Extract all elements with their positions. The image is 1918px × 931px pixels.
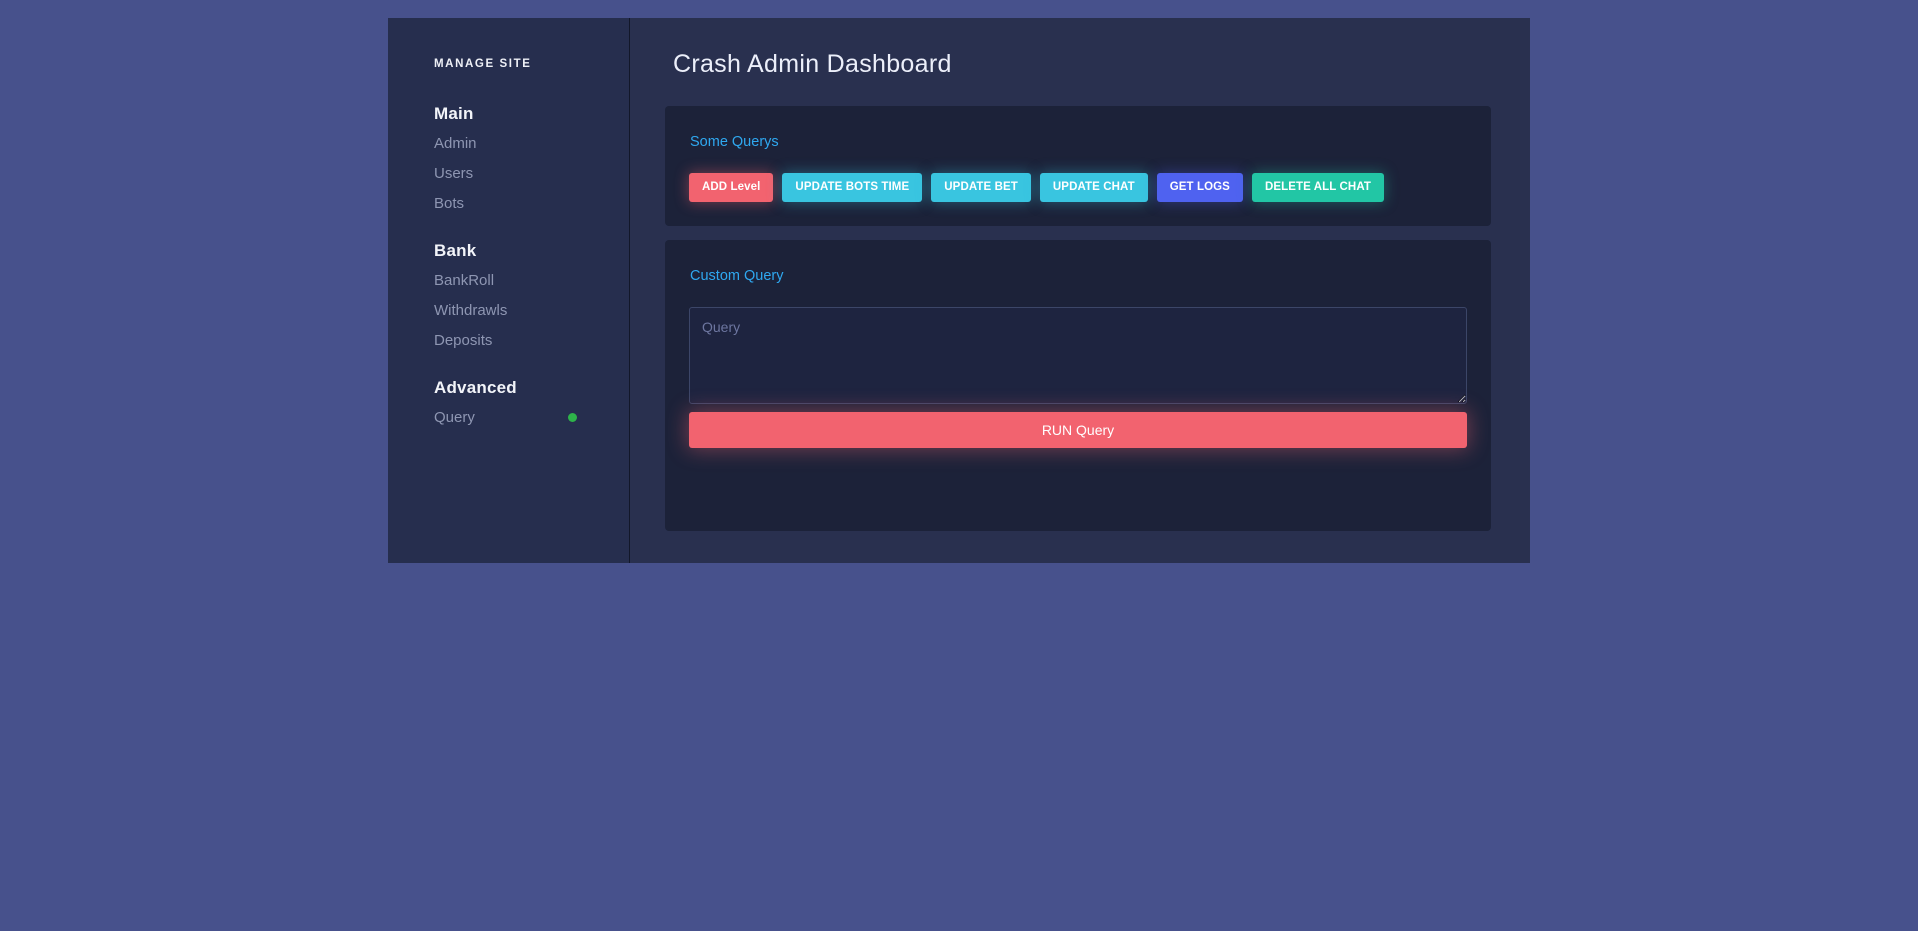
update-bots-time-button[interactable]: UPDATE BOTS TIME: [782, 173, 922, 202]
get-logs-button[interactable]: GET LOGS: [1157, 173, 1243, 202]
sidebar-item-bankroll[interactable]: BankRoll: [434, 273, 629, 288]
desktop-background: MANAGE SITE Main Admin Users Bots Bank B…: [0, 0, 1918, 931]
add-level-button[interactable]: ADD Level: [689, 173, 773, 202]
sidebar-heading-bank: Bank: [434, 241, 629, 261]
sidebar-brand: MANAGE SITE: [388, 18, 629, 70]
sidebar-item-label: Withdrawls: [434, 303, 507, 318]
sidebar-item-query[interactable]: Query: [434, 410, 629, 425]
main-content: Crash Admin Dashboard Some Querys ADD Le…: [630, 18, 1530, 563]
update-chat-button[interactable]: UPDATE CHAT: [1040, 173, 1148, 202]
sidebar-item-withdrawls[interactable]: Withdrawls: [434, 303, 629, 318]
sidebar-item-users[interactable]: Users: [434, 166, 629, 181]
page-title: Crash Admin Dashboard: [630, 18, 1530, 79]
browser-page: MANAGE SITE Main Admin Users Bots Bank B…: [388, 18, 1530, 563]
card-title-some-querys: Some Querys: [689, 134, 1467, 150]
query-input[interactable]: [689, 307, 1467, 404]
sidebar-item-bots[interactable]: Bots: [434, 196, 629, 211]
sidebar-heading-advanced: Advanced: [434, 378, 629, 398]
run-query-button[interactable]: RUN Query: [689, 412, 1467, 448]
sidebar-item-label: Bots: [434, 196, 464, 211]
sidebar-item-label: BankRoll: [434, 273, 494, 288]
sidebar-item-label: Users: [434, 166, 473, 181]
query-button-row: ADD Level UPDATE BOTS TIME UPDATE BET UP…: [689, 173, 1467, 202]
delete-all-chat-button[interactable]: DELETE ALL CHAT: [1252, 173, 1384, 202]
sidebar-group-advanced: Advanced Query: [388, 378, 629, 425]
sidebar-item-label: Deposits: [434, 333, 492, 348]
card-custom-query: Custom Query RUN Query: [665, 240, 1491, 531]
sidebar-group-main: Main Admin Users Bots: [388, 104, 629, 211]
sidebar-item-admin[interactable]: Admin: [434, 136, 629, 151]
sidebar: MANAGE SITE Main Admin Users Bots Bank B…: [388, 18, 630, 563]
sidebar-heading-main: Main: [434, 104, 629, 124]
sidebar-item-deposits[interactable]: Deposits: [434, 333, 629, 348]
sidebar-group-bank: Bank BankRoll Withdrawls Deposits: [388, 241, 629, 348]
card-some-querys: Some Querys ADD Level UPDATE BOTS TIME U…: [665, 106, 1491, 226]
status-online-dot-icon: [568, 413, 577, 422]
sidebar-item-label: Query: [434, 410, 475, 425]
card-title-custom-query: Custom Query: [689, 268, 1467, 284]
update-bet-button[interactable]: UPDATE BET: [931, 173, 1031, 202]
sidebar-item-label: Admin: [434, 136, 477, 151]
